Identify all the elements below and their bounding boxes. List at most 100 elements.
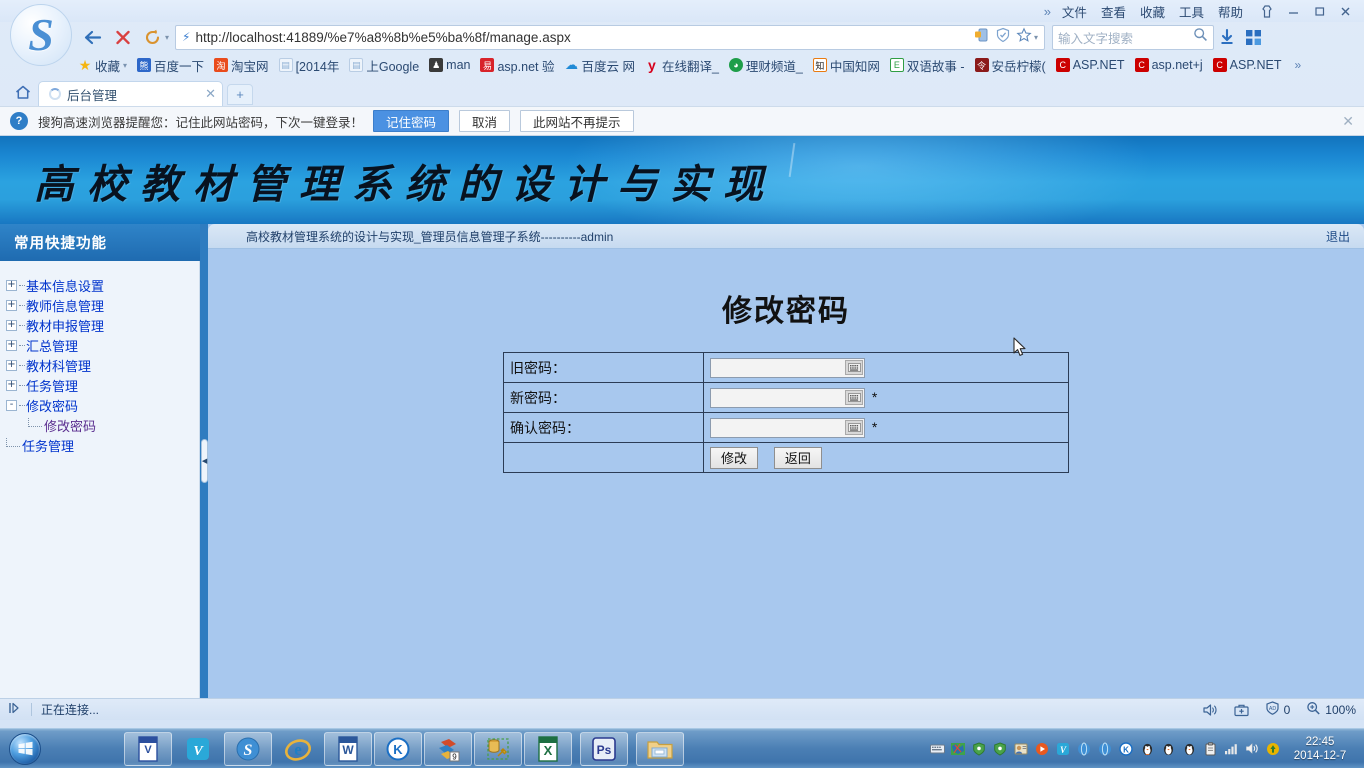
sidebar-item-label[interactable]: 任务管理	[26, 376, 78, 395]
taskbar-excel-icon[interactable]: X	[524, 731, 572, 766]
star-dropdown-caret[interactable]: ▾	[1034, 33, 1038, 42]
bookmark-taobao[interactable]: 淘 淘宝网	[214, 56, 269, 75]
taskbar-visio-icon[interactable]: V	[124, 731, 172, 766]
network-map-icon[interactable]	[950, 741, 966, 757]
taskbar-sql-tools-icon[interactable]	[474, 731, 522, 766]
bookmark-lemon[interactable]: 令 安岳柠檬(	[974, 56, 1046, 75]
toolbox-icon[interactable]	[1234, 703, 1249, 717]
star-icon[interactable]	[1016, 26, 1032, 48]
speaker-icon[interactable]	[1202, 703, 1218, 717]
bookmark-aspnet-yan[interactable]: 易 asp.net 验	[480, 56, 554, 75]
browser-tray-icon2[interactable]	[1097, 741, 1113, 757]
browser-tray-icon[interactable]	[1076, 741, 1092, 757]
search-input[interactable]: 输入文字搜索	[1058, 28, 1193, 47]
soft-keyboard-icon[interactable]	[845, 360, 863, 375]
sidebar-splitter[interactable]: ◀	[200, 224, 208, 698]
home-icon[interactable]	[8, 80, 38, 104]
expand-icon[interactable]: +	[6, 319, 17, 331]
search-box[interactable]: 输入文字搜索	[1052, 24, 1215, 50]
bookmark-baidu[interactable]: 熊 百度一下	[137, 56, 204, 75]
sidebar-item-task-management-leaf[interactable]: 任务管理	[6, 435, 199, 455]
taskbar-photoshop-icon[interactable]: Ps	[580, 731, 628, 766]
volume-icon[interactable]	[1244, 741, 1260, 757]
expand-icon[interactable]: +	[6, 379, 17, 391]
address-bar[interactable]: ⚡ http://localhost:41889/%e7%a8%8b%e5%ba…	[175, 24, 1046, 50]
sidebar-item-label[interactable]: 基本信息设置	[26, 276, 104, 295]
expand-icon[interactable]: +	[6, 299, 17, 311]
shield-green-icon2[interactable]	[992, 741, 1008, 757]
taskbar-vegas-icon[interactable]: V	[174, 732, 222, 766]
zoom-indicator[interactable]: 100%	[1306, 701, 1356, 718]
expand-icon[interactable]: +	[6, 339, 17, 351]
menu-favorites[interactable]: 收藏	[1140, 2, 1165, 21]
new-password-field[interactable]	[710, 387, 865, 408]
chevron-down-icon[interactable]: ▾	[123, 61, 127, 70]
menu-view[interactable]: 查看	[1101, 2, 1126, 21]
sidebar-item-label[interactable]: 教材科管理	[26, 356, 91, 375]
taskbar-kingsoft-icon[interactable]: K	[374, 731, 422, 766]
skin-icon[interactable]	[1254, 1, 1280, 21]
taskbar-internet-explorer-icon[interactable]: e	[274, 732, 322, 766]
expand-icon[interactable]: +	[6, 279, 17, 291]
user-icon[interactable]	[1013, 741, 1029, 757]
sidebar-subitem-label[interactable]: 修改密码	[44, 416, 96, 435]
bookmark-bilingual[interactable]: E 双语故事 -	[889, 56, 965, 75]
menu-tools[interactable]: 工具	[1179, 2, 1204, 21]
sidebar-item-label[interactable]: 任务管理	[22, 436, 74, 455]
sidebar-item-label[interactable]: 汇总管理	[26, 336, 78, 355]
soft-keyboard-icon[interactable]	[845, 420, 863, 435]
download-icon[interactable]	[1214, 24, 1240, 50]
qq-penguin-icon[interactable]	[1139, 741, 1155, 757]
sidebar-item-change-password[interactable]: - 修改密码	[6, 395, 199, 415]
bookmark-aspnet-3[interactable]: C ASP.NET	[1212, 58, 1282, 72]
menu-file[interactable]: 文件	[1062, 2, 1087, 21]
submit-button[interactable]: 修改	[710, 446, 758, 469]
bookmark-favorites[interactable]: ★ 收藏 ▾	[78, 56, 127, 75]
soft-keyboard-icon[interactable]	[845, 390, 863, 405]
extension-icon[interactable]	[974, 27, 990, 48]
update-icon[interactable]	[1265, 741, 1281, 757]
tab-close-icon[interactable]: ✕	[205, 86, 216, 102]
confirm-password-field[interactable]	[710, 417, 865, 438]
kingsoft-tray-icon[interactable]: K	[1118, 741, 1134, 757]
bookmark-finance[interactable]: ◕ 理财频道_	[728, 56, 803, 75]
sidebar-item-label[interactable]: 教师信息管理	[26, 296, 104, 315]
keyboard-ime-icon[interactable]	[929, 741, 945, 757]
bookmark-baiduyun[interactable]: ☁ 百度云 网	[564, 56, 635, 75]
cancel-button[interactable]: 取消	[459, 110, 511, 132]
stop-button[interactable]	[108, 24, 138, 50]
qq-penguin-icon2[interactable]	[1160, 741, 1176, 757]
bookmark-youdao[interactable]: y 在线翻译_	[645, 56, 719, 75]
search-icon[interactable]	[1193, 27, 1208, 47]
sidebar-toggle-icon[interactable]	[8, 702, 22, 717]
apps-grid-icon[interactable]	[1240, 24, 1266, 50]
media-player-icon[interactable]	[1034, 741, 1050, 757]
clipboard-icon[interactable]	[1202, 741, 1218, 757]
old-password-input[interactable]	[711, 359, 845, 376]
menu-help[interactable]: 帮助	[1218, 2, 1243, 21]
bookmark-google[interactable]: ▤ 上Google	[349, 56, 419, 75]
old-password-field[interactable]	[710, 357, 865, 378]
sidebar-item-textbook-section[interactable]: + 教材科管理	[6, 355, 199, 375]
sidebar-item-label[interactable]: 教材申报管理	[26, 316, 104, 335]
start-button[interactable]	[2, 730, 48, 768]
sidebar-item-teacher-info[interactable]: + 教师信息管理	[6, 295, 199, 315]
sidebar-item-basic-info[interactable]: + 基本信息设置	[6, 275, 199, 295]
menu-overflow-chevron[interactable]: »	[1044, 4, 1051, 19]
sidebar-item-task-management[interactable]: + 任务管理	[6, 375, 199, 395]
sidebar-item-summary[interactable]: + 汇总管理	[6, 335, 199, 355]
qq-penguin-icon3[interactable]	[1181, 741, 1197, 757]
bookmark-man[interactable]: ♟ man	[429, 58, 470, 72]
new-tab-button[interactable]: +	[227, 84, 253, 105]
bookmarks-overflow-chevron[interactable]: »	[1295, 58, 1302, 72]
vegas-tray-icon[interactable]: V	[1055, 741, 1071, 757]
expand-icon[interactable]: +	[6, 359, 17, 371]
notification-close-icon[interactable]: ✕	[1342, 113, 1354, 130]
minimize-button[interactable]	[1280, 1, 1306, 21]
adblock-indicator[interactable]: AD 0	[1265, 701, 1290, 718]
sidebar-item-textbook-declare[interactable]: + 教材申报管理	[6, 315, 199, 335]
taskbar-word-icon[interactable]: W	[324, 731, 372, 766]
sidebar-subitem-change-password[interactable]: 修改密码	[6, 415, 199, 435]
close-button[interactable]	[1332, 1, 1358, 21]
logout-link[interactable]: 退出	[1326, 228, 1350, 245]
